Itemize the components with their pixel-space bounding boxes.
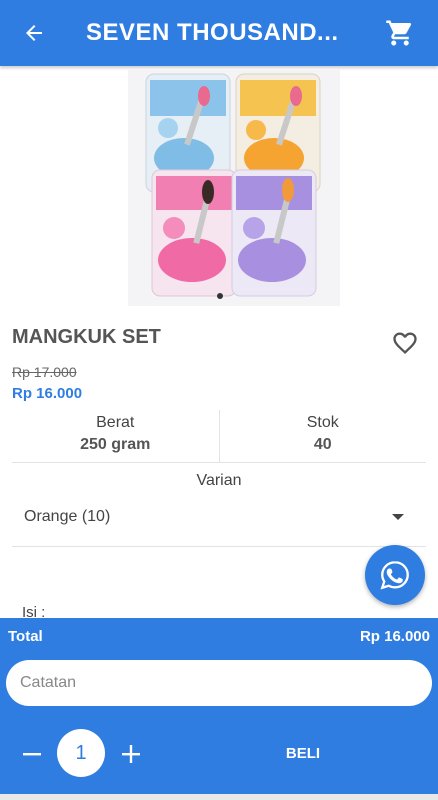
minus-icon <box>23 753 41 756</box>
arrow-left-icon <box>26 25 42 41</box>
buy-button[interactable]: BELI <box>230 729 376 777</box>
checkout-panel: Total Rp 16.000 1 BELI <box>0 618 438 800</box>
stock-value: 40 <box>313 436 332 453</box>
weight-cell: Berat 250 gram <box>12 410 219 462</box>
stock-cell: Stok 40 <box>218 410 427 462</box>
cart-icon <box>386 20 412 46</box>
total-label: Total <box>8 628 43 645</box>
total-value: Rp 16.000 <box>359 628 430 645</box>
variant-label: Varian <box>196 472 242 489</box>
sale-price: Rp 16.000 <box>12 385 83 402</box>
app-bar: SEVEN THOUSAND... <box>0 0 438 66</box>
note-input[interactable] <box>6 660 432 706</box>
variant-dropdown[interactable]: Orange (10) <box>12 500 426 547</box>
nav-divider <box>0 794 438 800</box>
quantity-value[interactable]: 1 <box>57 729 105 777</box>
whatsapp-icon <box>380 561 409 590</box>
increase-quantity-button[interactable] <box>119 742 143 766</box>
weight-value: 250 gram <box>80 436 151 453</box>
variant-selected: Orange (10) <box>24 508 111 525</box>
product-image <box>128 70 340 306</box>
chevron-down-icon <box>392 514 404 520</box>
weight-label: Berat <box>96 414 135 431</box>
original-price: Rp 17.000 <box>12 364 77 380</box>
favorite-button[interactable] <box>388 326 422 360</box>
decrease-quantity-button[interactable] <box>20 742 44 766</box>
product-specs: Berat 250 gram Stok 40 <box>12 410 426 463</box>
whatsapp-chat-button[interactable] <box>365 545 425 605</box>
plus-icon <box>122 745 140 763</box>
page-title: SEVEN THOUSAND... <box>86 19 339 46</box>
product-name: MANGKUK SET <box>12 326 161 348</box>
heart-outline-icon <box>393 332 417 354</box>
stock-label: Stok <box>306 414 339 431</box>
back-button[interactable] <box>12 11 56 55</box>
cart-button[interactable] <box>378 11 422 55</box>
